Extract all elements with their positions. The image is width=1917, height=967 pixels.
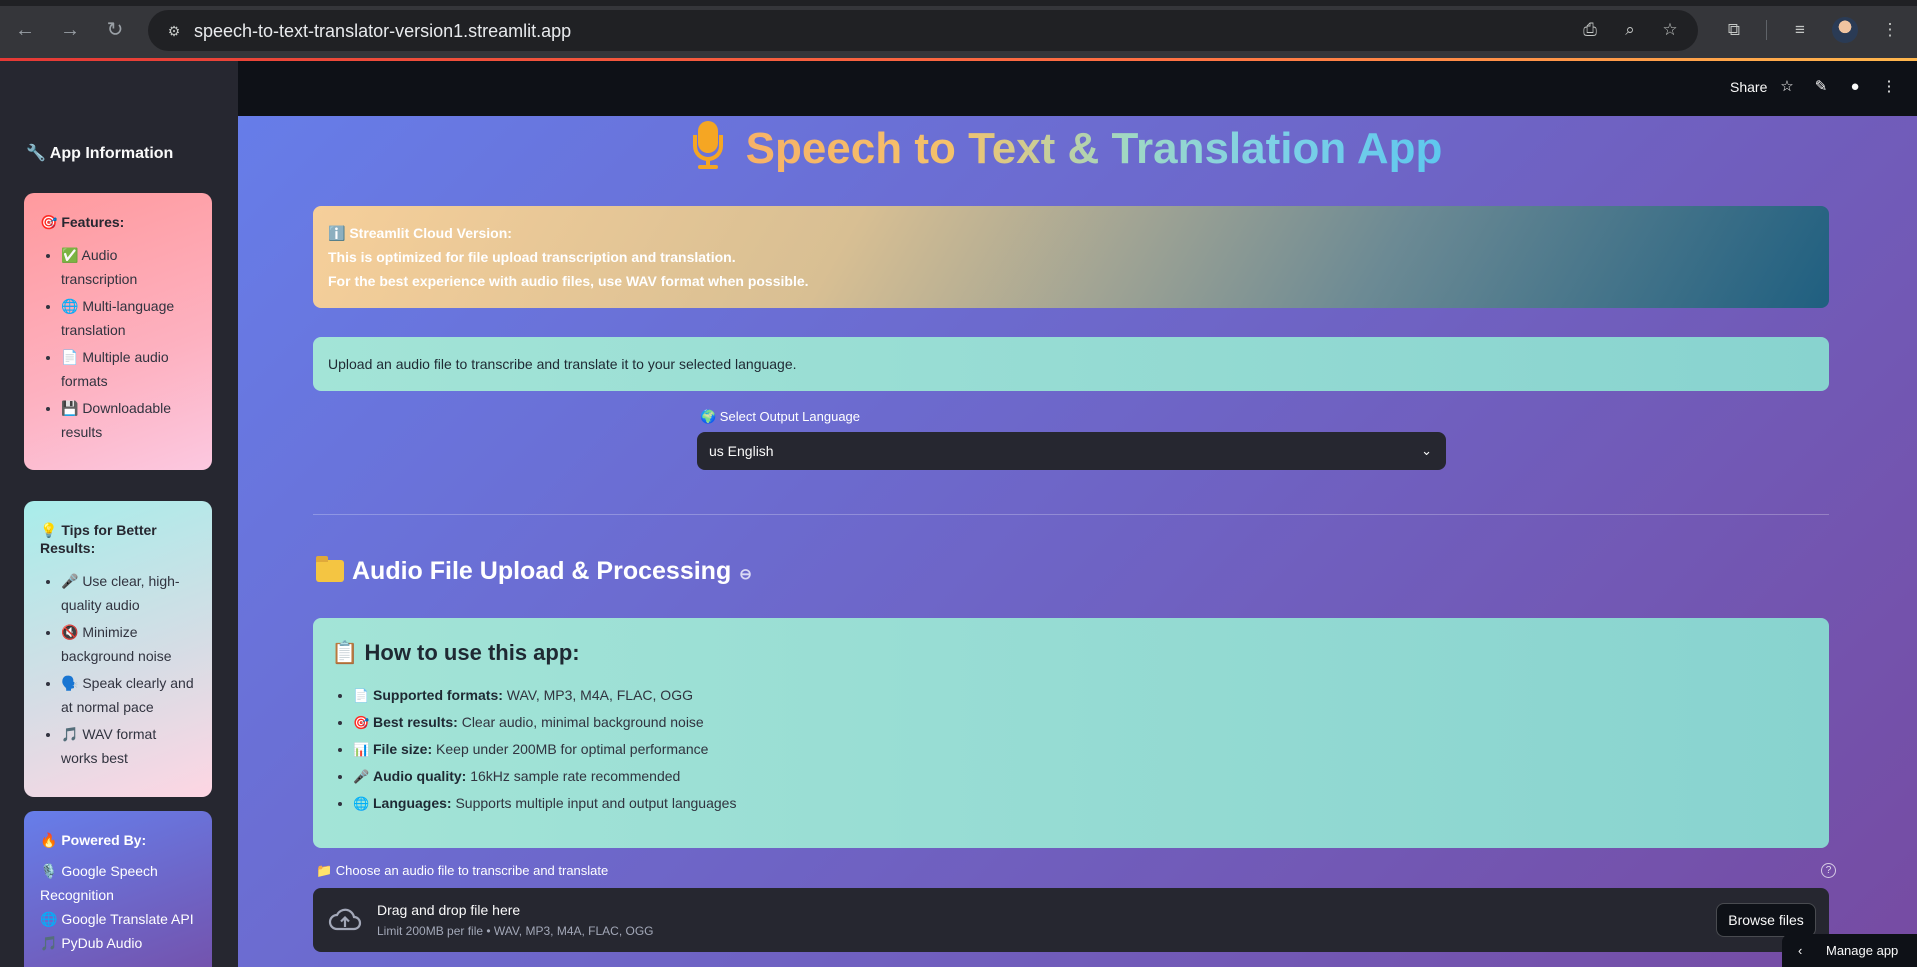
drag-drop-text: Drag and drop file here <box>377 902 521 918</box>
list-item: 🎯Best results: Clear audio, minimal back… <box>353 709 1811 736</box>
github-icon[interactable]: ● <box>1844 76 1866 98</box>
folder-icon <box>316 556 344 582</box>
features-heading: 🎯 Features: <box>40 214 125 230</box>
address-bar[interactable]: ⚙ speech-to-text-translator-version1.str… <box>148 10 1698 51</box>
info-line-2: This is optimized for file upload transc… <box>328 249 736 265</box>
site-settings-icon[interactable]: ⚙ <box>164 21 184 41</box>
manage-app-button[interactable]: ‹ Manage app <box>1782 934 1917 967</box>
tab-strip <box>0 0 1917 6</box>
chrome-menu-icon[interactable]: ⋮ <box>1878 18 1902 42</box>
list-item: 🌐 Google Translate API <box>40 911 194 927</box>
info-line-1: ℹ️ Streamlit Cloud Version: <box>328 225 512 241</box>
how-to-use-box: 📋 How to use this app: 📄Supported format… <box>313 618 1829 848</box>
toolbar-separator <box>1766 20 1767 40</box>
list-item: 🎵 PyDub Audio <box>40 935 143 951</box>
upload-instructions: Upload an audio file to transcribe and t… <box>313 337 1829 391</box>
tips-list: 🎤 Use clear, high-quality audio 🔇 Minimi… <box>40 569 196 770</box>
list-item: 🗣️ Speak clearly and at normal pace <box>61 671 196 719</box>
info-line-3: For the best experience with audio files… <box>328 273 809 289</box>
app-menu-icon[interactable]: ⋮ <box>1878 76 1900 98</box>
tips-card: 💡 Tips for Better Results: 🎤 Use clear, … <box>24 501 212 797</box>
output-language-select[interactable]: us English ⌄ <box>697 432 1446 470</box>
section-heading: Audio File Upload & Processing ⊖ <box>316 554 752 592</box>
list-item: 🎵 WAV format works best <box>61 722 196 770</box>
divider <box>313 514 1829 515</box>
powered-heading: 🔥 Powered By: <box>40 832 147 848</box>
list-item: 📊File size: Keep under 200MB for optimal… <box>353 736 1811 763</box>
forward-icon[interactable]: → <box>57 17 83 43</box>
reload-icon[interactable]: ↻ <box>102 17 128 43</box>
selected-language: us English <box>709 443 774 459</box>
upload-limit-text: Limit 200MB per file • WAV, MP3, M4A, FL… <box>377 924 654 938</box>
bookmark-star-icon[interactable]: ☆ <box>1658 18 1682 42</box>
how-to-heading: 📋 How to use this app: <box>331 640 580 665</box>
section-heading-text: Audio File Upload & Processing <box>352 557 732 585</box>
zoom-icon[interactable]: ⌕ <box>1618 18 1642 42</box>
browse-files-button[interactable]: Browse files <box>1716 903 1816 937</box>
media-controls-icon[interactable]: ≡ <box>1788 18 1812 42</box>
powered-by-card: 🔥 Powered By: 🎙️ Google Speech Recogniti… <box>24 811 212 967</box>
chevron-down-icon: ⌄ <box>1421 443 1432 458</box>
share-button[interactable]: Share <box>1730 79 1767 95</box>
extensions-icon[interactable]: ⧉ <box>1722 18 1746 42</box>
features-card: 🎯 Features: ✅ Audio transcription 🌐 Mult… <box>24 193 212 470</box>
features-list: ✅ Audio transcription 🌐 Multi-language t… <box>40 243 196 444</box>
list-item: 🎙️ Google Speech Recognition <box>40 863 158 903</box>
sidebar: 🔧 App Information 🎯 Features: ✅ Audio tr… <box>0 61 238 967</box>
back-icon[interactable]: ← <box>12 17 38 43</box>
cloud-info-box: ℹ️ Streamlit Cloud Version: This is opti… <box>313 206 1829 308</box>
chevron-left-icon: ‹ <box>1798 943 1803 958</box>
list-item: 📄 Multiple audio formats <box>61 345 196 393</box>
cloud-upload-icon <box>328 908 362 931</box>
star-icon[interactable]: ☆ <box>1776 76 1798 98</box>
url-text[interactable]: speech-to-text-translator-version1.strea… <box>194 21 571 41</box>
list-item: 📄Supported formats: WAV, MP3, M4A, FLAC,… <box>353 682 1811 709</box>
manage-app-label: Manage app <box>1826 943 1899 958</box>
tips-heading: 💡 Tips for Better Results: <box>40 522 157 556</box>
browser-chrome: ← → ↻ ⚙ speech-to-text-translator-versio… <box>0 0 1917 61</box>
app-header: Share ☆ ✎ ● ⋮ <box>238 61 1917 116</box>
list-item: 🎤Audio quality: 16kHz sample rate recomm… <box>353 763 1811 790</box>
list-item: 🔇 Minimize background noise <box>61 620 196 668</box>
sidebar-title: 🔧 App Information <box>26 145 174 162</box>
main-content: Share ☆ ✎ ● ⋮ Speech to Text & Translati… <box>238 61 1917 967</box>
how-to-list: 📄Supported formats: WAV, MP3, M4A, FLAC,… <box>331 682 1811 817</box>
page-title-text: Speech to Text & Translation App <box>745 124 1443 173</box>
list-item: 🌐Languages: Supports multiple input and … <box>353 790 1811 817</box>
list-item: ✅ Audio transcription <box>61 243 196 291</box>
anchor-link-icon[interactable]: ⊖ <box>739 566 752 583</box>
microphone-icon <box>690 121 726 171</box>
powered-list: 🎙️ Google Speech Recognition 🌐 Google Tr… <box>40 859 196 955</box>
language-select-label: 🌍 Select Output Language <box>700 409 861 424</box>
help-icon[interactable]: ? <box>1821 863 1836 878</box>
page-title: Speech to Text & Translation App <box>238 121 1894 177</box>
file-dropzone[interactable]: Drag and drop file here Limit 200MB per … <box>313 888 1829 952</box>
list-item: 🎤 Use clear, high-quality audio <box>61 569 196 617</box>
install-app-icon[interactable]: ⎙ <box>1578 18 1602 42</box>
profile-avatar[interactable] <box>1832 17 1858 43</box>
edit-icon[interactable]: ✎ <box>1810 76 1832 98</box>
list-item: 💾 Downloadable results <box>61 396 196 444</box>
list-item: 🌐 Multi-language translation <box>61 294 196 342</box>
file-uploader-label: 📁 Choose an audio file to transcribe and… <box>316 863 609 878</box>
